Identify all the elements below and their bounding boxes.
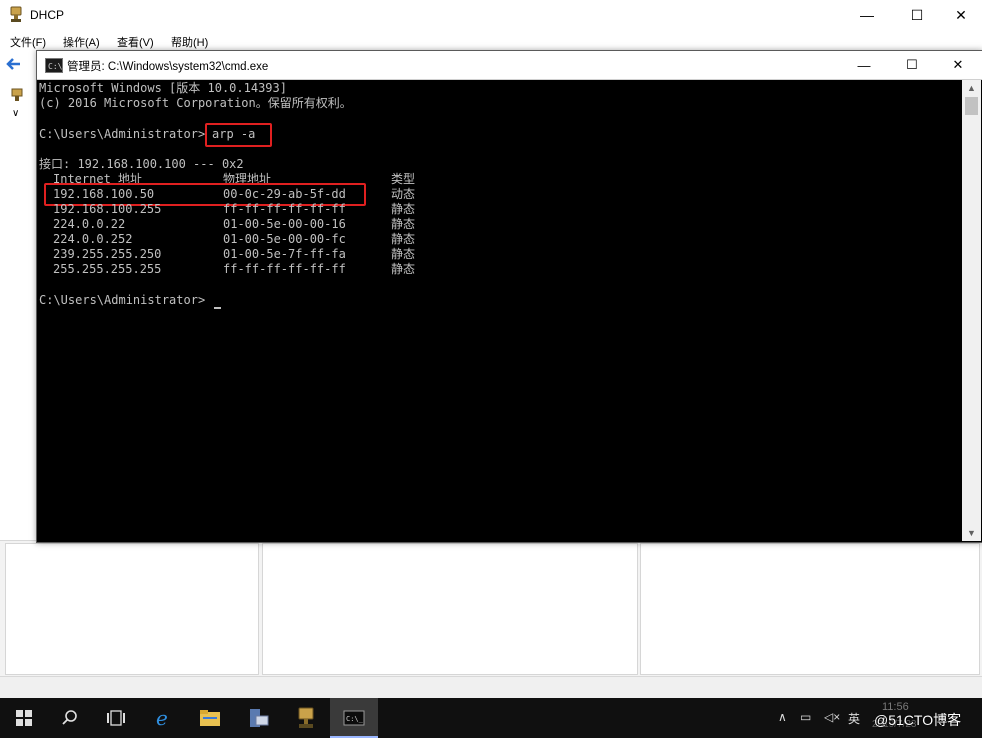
dhcp-close-button[interactable]: ✕ (938, 0, 982, 30)
text-cursor (214, 307, 221, 309)
console-prompt: C:\Users\Administrator> (39, 127, 206, 141)
command-highlight-box (205, 123, 272, 147)
file-explorer-icon[interactable] (186, 698, 234, 738)
scroll-up-arrow-icon[interactable]: ▲ (962, 80, 981, 95)
arp-row-type: 静态 (391, 232, 416, 246)
dhcp-toolbar (0, 52, 36, 76)
console-output[interactable]: Microsoft Windows [版本 10.0.14393] (c) 20… (37, 80, 962, 541)
cmd-close-button[interactable]: ✕ (935, 51, 981, 79)
arp-row-type: 动态 (391, 187, 416, 201)
server-manager-icon[interactable] (234, 698, 282, 738)
menu-help[interactable]: 帮助(H) (171, 34, 208, 50)
console-final-prompt: C:\Users\Administrator> (39, 293, 206, 307)
dhcp-maximize-button[interactable]: ☐ (894, 0, 940, 30)
cmd-window-title: 管理员: C:\Windows\system32\cmd.exe (67, 61, 269, 73)
console-scrollbar[interactable]: ▲ ▼ (962, 80, 981, 541)
dhcp-status-bar (0, 676, 982, 699)
dhcp-tree-icon[interactable] (10, 88, 24, 102)
console-header-line-2: (c) 2016 Microsoft Corporation。保留所有权利。 (39, 96, 352, 110)
search-icon[interactable] (46, 698, 94, 738)
cmd-app-icon: C:\ (45, 58, 63, 73)
chevron-down-icon[interactable]: ∨ (12, 108, 19, 119)
menu-file[interactable]: 文件(F) (10, 34, 46, 50)
arp-row-ip: 255.255.255.255 (53, 262, 162, 276)
arp-row-mac: ff-ff-ff-ff-ff-ff (223, 262, 346, 276)
network-icon[interactable]: ▭ (800, 710, 811, 724)
cmd-minimize-button[interactable]: — (841, 51, 887, 79)
volume-muted-icon[interactable]: ◁× (824, 710, 840, 724)
console-header-line-1: Microsoft Windows [版本 10.0.14393] (39, 81, 287, 95)
details-pane-2 (262, 543, 638, 675)
console-interface-line: 接口: 192.168.100.100 --- 0x2 (39, 157, 244, 171)
chevron-up-icon[interactable]: ∧ (778, 710, 787, 724)
cmd-window: C:\ 管理员: C:\Windows\system32\cmd.exe — ☐… (36, 50, 982, 543)
details-pane-3 (640, 543, 980, 675)
arp-row-mac: 01-00-5e-00-00-fc (223, 232, 346, 246)
cmd-title-bar[interactable]: C:\ 管理员: C:\Windows\system32\cmd.exe — ☐… (37, 51, 982, 80)
arp-row-mac: 01-00-5e-7f-ff-fa (223, 247, 346, 261)
arp-row-mac: ff-ff-ff-ff-ff-ff (223, 202, 346, 216)
cmd-taskbar-icon[interactable]: C:\_ (330, 698, 378, 738)
arp-row-type: 静态 (391, 247, 416, 261)
arp-row-type: 静态 (391, 262, 416, 276)
dhcp-app-icon (8, 6, 24, 23)
windows-start-icon[interactable] (0, 698, 48, 738)
scroll-thumb[interactable] (965, 97, 978, 115)
svg-text:C:\: C:\ (48, 62, 62, 71)
dhcp-window-title: DHCP (30, 8, 65, 22)
ime-indicator[interactable]: 英 (848, 710, 860, 727)
arp-row-ip: 192.168.100.255 (53, 202, 162, 216)
menu-view[interactable]: 查看(V) (117, 34, 154, 50)
watermark: @51CTO博客 (874, 712, 962, 728)
svg-text:e: e (156, 707, 168, 729)
arp-row-type: 静态 (391, 202, 416, 216)
arp-row-ip: 224.0.0.252 (53, 232, 133, 246)
menu-action[interactable]: 操作(A) (63, 34, 100, 50)
dhcp-title-bar[interactable]: DHCP — ☐ ✕ (0, 0, 982, 30)
dhcp-details-area (0, 540, 982, 676)
dhcp-tree-pane: ∨ (0, 80, 38, 540)
arp-row-ip: 224.0.0.22 (53, 217, 126, 231)
taskbar: e C:\_ ∧ ▭ ◁× 英 11:56 2019/7/23 (0, 698, 982, 738)
cmd-maximize-button[interactable]: ☐ (889, 51, 935, 79)
dhcp-taskbar-icon[interactable] (282, 698, 330, 738)
dhcp-menu-bar: 文件(F) 操作(A) 查看(V) 帮助(H) (0, 30, 982, 52)
back-arrow-icon[interactable] (6, 56, 22, 72)
arp-row-ip: 239.255.255.250 (53, 247, 162, 261)
svg-text:C:\_: C:\_ (346, 715, 364, 723)
scroll-down-arrow-icon[interactable]: ▼ (962, 525, 981, 540)
task-view-icon[interactable] (92, 698, 140, 738)
internet-explorer-icon[interactable]: e (140, 698, 188, 738)
dhcp-minimize-button[interactable]: — (844, 0, 890, 30)
column-header-type: 类型 (391, 172, 416, 186)
arp-row-mac: 01-00-5e-00-00-16 (223, 217, 346, 231)
arp-row-type: 静态 (391, 217, 416, 231)
